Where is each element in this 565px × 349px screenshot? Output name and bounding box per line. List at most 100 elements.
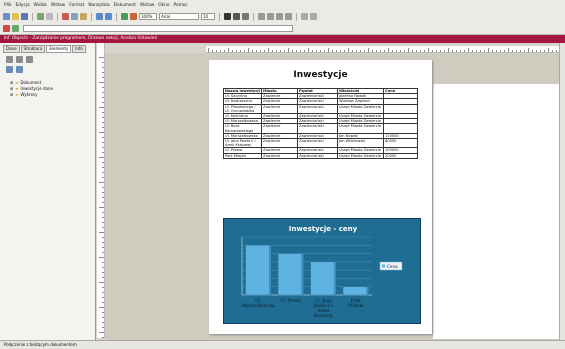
toolbar-separator xyxy=(32,12,33,21)
zoom-select[interactable]: 100% xyxy=(139,13,157,20)
menu-item-9[interactable]: Pomoc xyxy=(174,3,188,8)
panel-collapse-icon[interactable] xyxy=(16,66,23,73)
save-icon[interactable] xyxy=(21,13,28,20)
table-row[interactable]: Ul. Marszałkowska Zawiercie Zawierciański J… xyxy=(223,132,418,140)
ruler-tick xyxy=(260,50,261,52)
menu-item-8[interactable]: Okno xyxy=(158,3,169,8)
font-name-select[interactable]: Arial xyxy=(159,13,199,20)
chart-icon[interactable] xyxy=(130,13,137,20)
table-cell[interactable]: Ul. Pilsudskiego / Ul. Grunwaldzka xyxy=(223,103,262,115)
open-folder-icon[interactable] xyxy=(12,13,19,20)
table-cell[interactable]: Urząd Miasta Zawiercie xyxy=(337,118,384,125)
align-right-icon[interactable] xyxy=(276,13,283,20)
ruler-tick xyxy=(544,50,545,52)
ruler-tick xyxy=(516,50,517,52)
table-cell[interactable]: Zawierciański xyxy=(297,152,338,159)
undo-icon[interactable] xyxy=(96,13,103,20)
panel-edit-icon[interactable] xyxy=(26,56,33,63)
menu-item-7[interactable]: Wstaw xyxy=(140,3,154,8)
table-cell[interactable]: Urząd Miasta Zawiercie xyxy=(337,147,384,154)
ruler-tick xyxy=(102,187,104,188)
table-cell[interactable]: Ul. Marszałkowska xyxy=(223,132,262,140)
italic-icon[interactable] xyxy=(233,13,240,20)
menu-item-2[interactable]: Widok xyxy=(34,3,47,8)
ruler-tick xyxy=(424,50,425,52)
ruler-tick xyxy=(360,50,361,52)
menu-item-6[interactable]: Dokument xyxy=(114,3,136,8)
ruler-tick xyxy=(528,48,529,52)
chart-category-label: Ul. Jana Pawła II i Armii Krajowej xyxy=(313,298,334,318)
table-cell[interactable]: Park Miejski xyxy=(223,152,262,159)
panel-tab-1[interactable]: Struktura xyxy=(20,45,46,53)
menu-item-5[interactable]: Narzędzia xyxy=(88,3,109,8)
panel-toolbar xyxy=(0,53,95,66)
justify-icon[interactable] xyxy=(285,13,292,20)
ruler-tick xyxy=(520,50,521,52)
table-row[interactable]: Ul. Jana Pawła II i Armii Krajowej Zawier… xyxy=(223,138,418,149)
table-cell[interactable]: Zawierciański xyxy=(297,138,338,149)
table-cell[interactable] xyxy=(383,103,418,115)
table-cell[interactable]: Ul. Jana Pawła II i Armii Krajowej xyxy=(223,138,262,149)
cut-icon[interactable] xyxy=(62,13,69,20)
print-icon[interactable] xyxy=(37,13,44,20)
menu-item-3[interactable]: Wstaw xyxy=(51,3,65,8)
bullets-icon[interactable] xyxy=(301,13,308,20)
redo-icon[interactable] xyxy=(105,13,112,20)
panel-tab-3[interactable]: Info xyxy=(72,45,86,53)
align-left-icon[interactable] xyxy=(258,13,265,20)
chart-legend-swatch xyxy=(382,264,385,268)
table-row[interactable]: Park Miejski Zawiercie Zawierciański Urząd … xyxy=(223,152,418,159)
tree-item[interactable]: ⊞ ▰ Wykresy xyxy=(0,92,95,98)
table-cell[interactable]: Zawiercie xyxy=(261,103,298,115)
menu-item-4[interactable]: Format xyxy=(69,3,84,8)
table-row[interactable]: Ul. Bora Komorowskiego Zawiercie Zawiercia… xyxy=(223,123,418,134)
table-cell[interactable]: Zawiercie xyxy=(261,138,298,149)
chart-container[interactable]: Inwestycje - ceny Ul. Marszałkowska Ul. Pr… xyxy=(223,218,421,324)
vertical-scrollbar[interactable] xyxy=(559,43,565,340)
formula-input[interactable] xyxy=(23,25,293,32)
table-cell[interactable]: 20000 xyxy=(383,152,418,159)
panel-delete-icon[interactable] xyxy=(16,56,23,63)
menu-item-1[interactable]: Edycja xyxy=(15,3,29,8)
new-document-icon[interactable] xyxy=(3,13,10,20)
document-page[interactable]: Inwestycje Nazwa inwestycji Miasto Powiat W… xyxy=(209,60,432,334)
table-cell[interactable]: Urząd Miasta Zawiercie xyxy=(337,123,384,134)
menu-item-0[interactable]: Plik xyxy=(4,3,11,8)
table-cell[interactable]: Urząd Miasta Zawiercie xyxy=(337,112,384,120)
table-icon[interactable] xyxy=(121,13,128,20)
table-cell[interactable]: Ul. Marszałkowska xyxy=(223,118,262,125)
chart-category-label: Ul. Prosta xyxy=(280,298,302,303)
font-size-select[interactable]: 10 xyxy=(201,13,215,20)
expand-icon[interactable]: ⊞ xyxy=(10,92,13,98)
align-center-icon[interactable] xyxy=(267,13,274,20)
table-cell[interactable]: 80000 xyxy=(383,138,418,149)
table-row[interactable]: Ul. Pilsudskiego / Ul. Grunwaldzka Zawier… xyxy=(223,103,418,115)
table-cell[interactable]: Jan Wiśniewski xyxy=(337,138,384,149)
ruler-tick xyxy=(102,172,104,173)
panel-new-icon[interactable] xyxy=(6,56,13,63)
navigator-panel: Dane Struktura Elementy Info ⊞ ▰ Dokument ⊞ ▰ In… xyxy=(0,43,96,340)
underline-icon[interactable] xyxy=(242,13,249,20)
numbering-icon[interactable] xyxy=(310,13,317,20)
table-cell[interactable]: Zawierciański xyxy=(297,123,338,134)
table-cell[interactable]: Urząd Miasta Zawiercie xyxy=(337,103,384,115)
bold-icon[interactable] xyxy=(224,13,231,20)
panel-tab-2[interactable]: Elementy xyxy=(46,45,72,53)
panel-expand-icon[interactable] xyxy=(6,66,13,73)
ruler-tick xyxy=(99,232,104,233)
table-cell[interactable]: Zawiercie xyxy=(261,152,298,159)
ruler-tick xyxy=(408,48,409,52)
investments-table[interactable]: Nazwa inwestycji Miasto Powiat Właściciel Ce… xyxy=(223,87,418,159)
table-cell[interactable]: Ul. Bora Komorowskiego xyxy=(223,123,262,134)
table-cell[interactable]: Zawiercie xyxy=(261,123,298,134)
table-cell[interactable]: Zawierciański xyxy=(297,103,338,115)
check-icon[interactable] xyxy=(12,25,19,32)
paste-icon[interactable] xyxy=(80,13,87,20)
panel-tab-0[interactable]: Dane xyxy=(3,45,20,53)
table-cell[interactable] xyxy=(383,123,418,134)
close-icon[interactable] xyxy=(3,25,10,32)
preview-icon[interactable] xyxy=(46,13,53,20)
copy-icon[interactable] xyxy=(71,13,78,20)
table-header-cell[interactable]: Nazwa inwestycji xyxy=(223,87,262,95)
table-cell[interactable]: Urząd Miasta Zawiercie xyxy=(337,152,384,159)
